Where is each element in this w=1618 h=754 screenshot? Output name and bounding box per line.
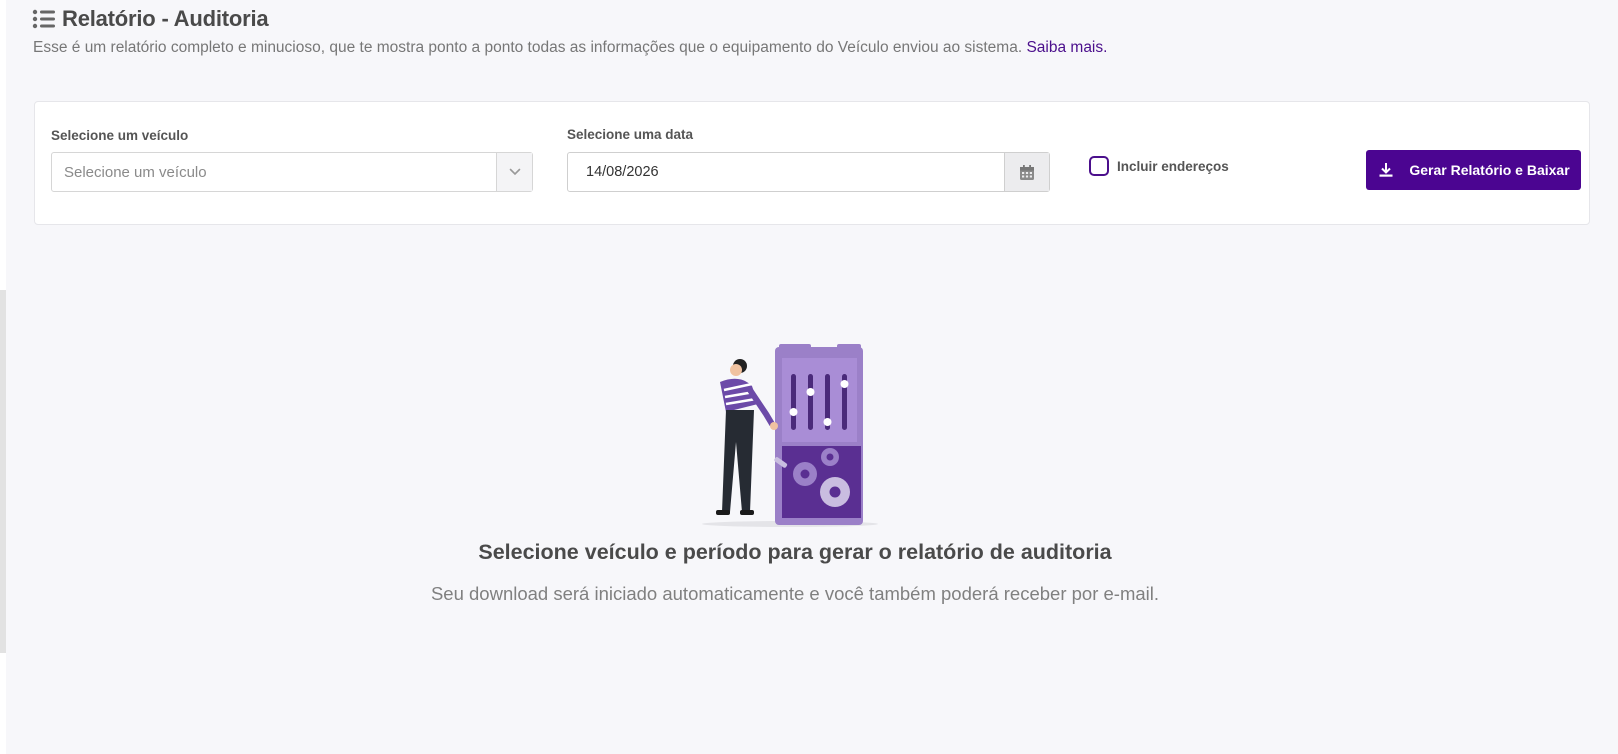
generate-report-button[interactable]: Gerar Relatório e Baixar	[1366, 150, 1581, 190]
empty-state-subtitle: Seu download será iniciado automaticamen…	[430, 583, 1160, 604]
filter-card: Selecione um veículo Selecione um veícul…	[34, 101, 1590, 225]
generate-report-label: Gerar Relatório e Baixar	[1409, 162, 1570, 178]
calendar-icon	[1020, 164, 1034, 180]
page-title: Relatório - Auditoria	[62, 6, 269, 31]
maintenance-illustration	[702, 344, 878, 527]
select-arrow[interactable]	[496, 153, 532, 191]
empty-state-title: Selecione veículo e período para gerar o…	[478, 540, 1112, 564]
include-addresses-option[interactable]: Incluir endereços	[1089, 156, 1229, 176]
page-subtitle-text: Esse é um relatório completo e minucioso…	[33, 39, 1023, 56]
page-header: Relatório - Auditoria	[32, 6, 269, 32]
date-input-value: 14/08/2026	[586, 164, 659, 180]
date-label: Selecione uma data	[567, 127, 694, 142]
include-addresses-checkbox[interactable]	[1089, 156, 1109, 176]
vehicle-select-placeholder: Selecione um veículo	[64, 163, 207, 181]
chevron-down-icon	[509, 168, 520, 176]
calendar-button[interactable]	[1004, 153, 1049, 191]
learn-more-link[interactable]: Saiba mais.	[1026, 39, 1107, 56]
date-input[interactable]: 14/08/2026	[567, 152, 1050, 192]
page-subtitle: Esse é um relatório completo e minucioso…	[33, 39, 1107, 57]
vehicle-select[interactable]: Selecione um veículo	[51, 152, 533, 192]
vehicle-label: Selecione um veículo	[51, 128, 189, 143]
include-addresses-label[interactable]: Incluir endereços	[1117, 159, 1229, 174]
download-icon	[1379, 163, 1393, 177]
list-icon	[32, 9, 55, 29]
